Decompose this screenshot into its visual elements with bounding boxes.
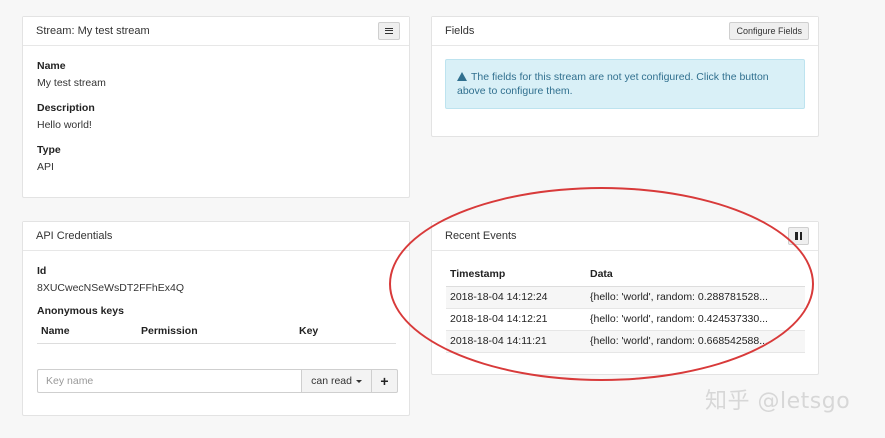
caret-down-icon [356,379,362,383]
permission-selected: can read [311,375,352,387]
credentials-panel-header: API Credentials [23,222,409,251]
type-label: Type [37,144,61,156]
keys-col-name: Name [37,317,137,344]
events-col-timestamp: Timestamp [446,257,586,287]
stream-details: Name My test stream Description Hello wo… [23,46,409,200]
type-value: API [37,161,54,173]
table-row: 2018-18-04 14:11:21 {hello: 'world', ran… [446,330,805,353]
menu-icon [385,28,393,34]
fields-panel-title: Fields [445,25,475,37]
permission-dropdown[interactable]: can read [301,369,372,393]
add-key-button[interactable]: + [372,369,398,393]
event-timestamp: 2018-18-04 14:12:24 [446,286,586,309]
event-timestamp: 2018-18-04 14:12:21 [446,308,586,331]
event-data: {hello: 'world', random: 0.424537330... [586,308,805,331]
events-panel: Recent Events Timestamp Data 2018-18-04 … [431,221,819,375]
stream-panel-header: Stream: My test stream [23,17,409,46]
events-panel-header: Recent Events [432,222,818,251]
keys-table: Name Permission Key [37,317,396,344]
events-body: Timestamp Data 2018-18-04 14:12:24 {hell… [432,251,818,353]
description-value: Hello world! [37,119,92,131]
fields-alert: The fields for this stream are not yet c… [445,59,805,109]
key-name-input[interactable] [37,369,302,393]
events-panel-title: Recent Events [445,230,517,242]
plus-icon: + [380,373,389,389]
table-row: 2018-18-04 14:12:24 {hello: 'world', ran… [446,286,805,309]
description-label: Description [37,102,95,114]
stream-panel-title: Stream: My test stream [36,25,150,37]
fields-alert-text: The fields for this stream are not yet c… [457,71,769,97]
pause-button[interactable] [788,227,809,245]
credentials-body: Id 8XUCwecNSeWsDT2FFhEx4Q Anonymous keys… [23,251,409,358]
keys-table-header: Name Permission Key [37,317,396,344]
keys-col-permission: Permission [137,317,295,344]
events-table-header: Timestamp Data [446,257,805,287]
watermark: 知乎 @letsgo [705,389,851,414]
id-label: Id [37,265,47,277]
id-value: 8XUCwecNSeWsDT2FFhEx4Q [37,282,185,294]
name-value: My test stream [37,77,106,89]
event-data: {hello: 'world', random: 0.288781528... [586,286,805,309]
warning-icon [457,72,467,81]
credentials-panel-title: API Credentials [36,230,113,242]
fields-panel-header: Fields Configure Fields [432,17,818,46]
stream-panel: Stream: My test stream Name My test stre… [22,16,410,198]
credentials-panel: API Credentials Id 8XUCwecNSeWsDT2FFhEx4… [22,221,410,416]
event-data: {hello: 'world', random: 0.668542588... [586,330,805,353]
fields-panel: Fields Configure Fields The fields for t… [431,16,819,137]
stream-menu-button[interactable] [378,22,400,40]
add-key-form: can read + [37,369,398,393]
events-table: Timestamp Data 2018-18-04 14:12:24 {hell… [446,257,805,353]
table-row: 2018-18-04 14:12:21 {hello: 'world', ran… [446,308,805,331]
event-timestamp: 2018-18-04 14:11:21 [446,330,586,353]
keys-col-key: Key [295,317,396,344]
configure-fields-button[interactable]: Configure Fields [729,22,809,40]
anonymous-keys-label: Anonymous keys [37,305,124,317]
name-label: Name [37,60,66,72]
events-col-data: Data [586,257,805,287]
pause-icon [795,232,802,240]
